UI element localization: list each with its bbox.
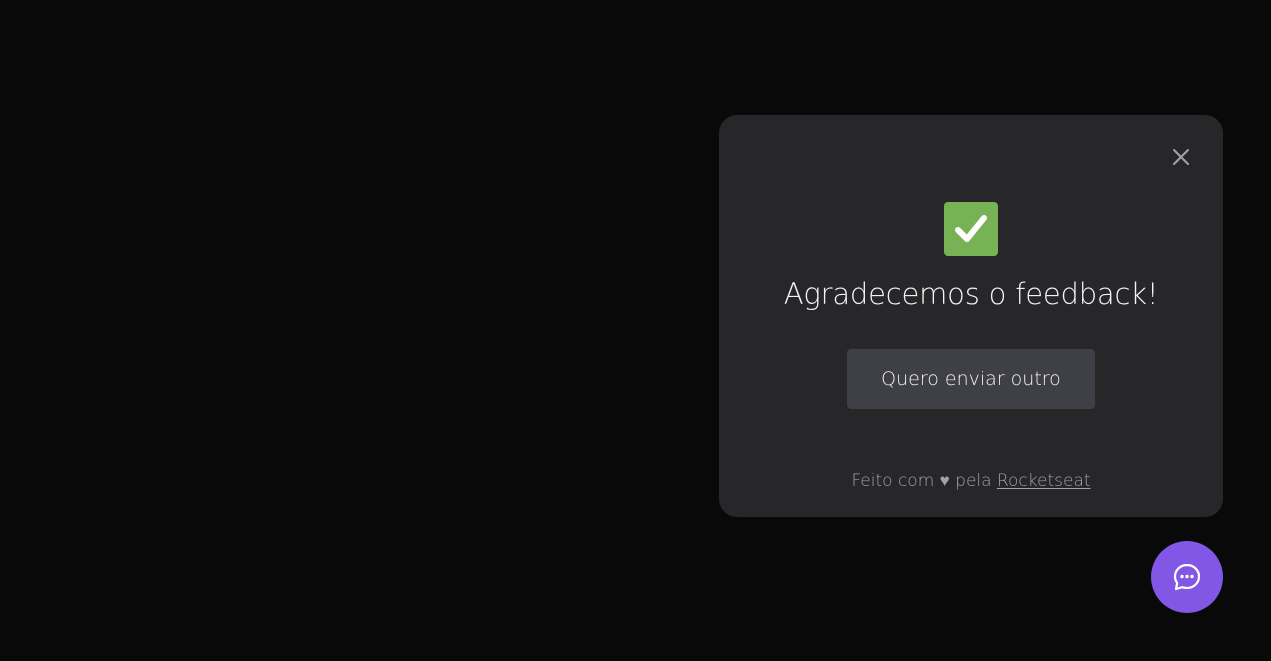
page: Agradecemos o feedback! Quero enviar out… xyxy=(0,0,1271,661)
footer-credit: Feito com ♥ pela Rocketseat xyxy=(719,469,1223,493)
success-title: Agradecemos o feedback! xyxy=(783,277,1159,311)
chat-bubble-dots-icon xyxy=(1173,563,1201,591)
heart-icon: ♥ xyxy=(939,471,950,491)
check-mark-icon xyxy=(955,215,987,242)
rocketseat-link[interactable]: Rocketseat xyxy=(997,471,1091,491)
close-button[interactable] xyxy=(1167,143,1195,171)
success-check-icon xyxy=(944,202,998,256)
footer-middle: pela xyxy=(955,471,992,491)
close-icon xyxy=(1173,149,1189,165)
send-another-button[interactable]: Quero enviar outro xyxy=(847,349,1095,409)
feedback-fab-button[interactable] xyxy=(1151,541,1223,613)
feedback-widget-card: Agradecemos o feedback! Quero enviar out… xyxy=(719,115,1223,517)
footer-prefix: Feito com xyxy=(851,471,935,491)
